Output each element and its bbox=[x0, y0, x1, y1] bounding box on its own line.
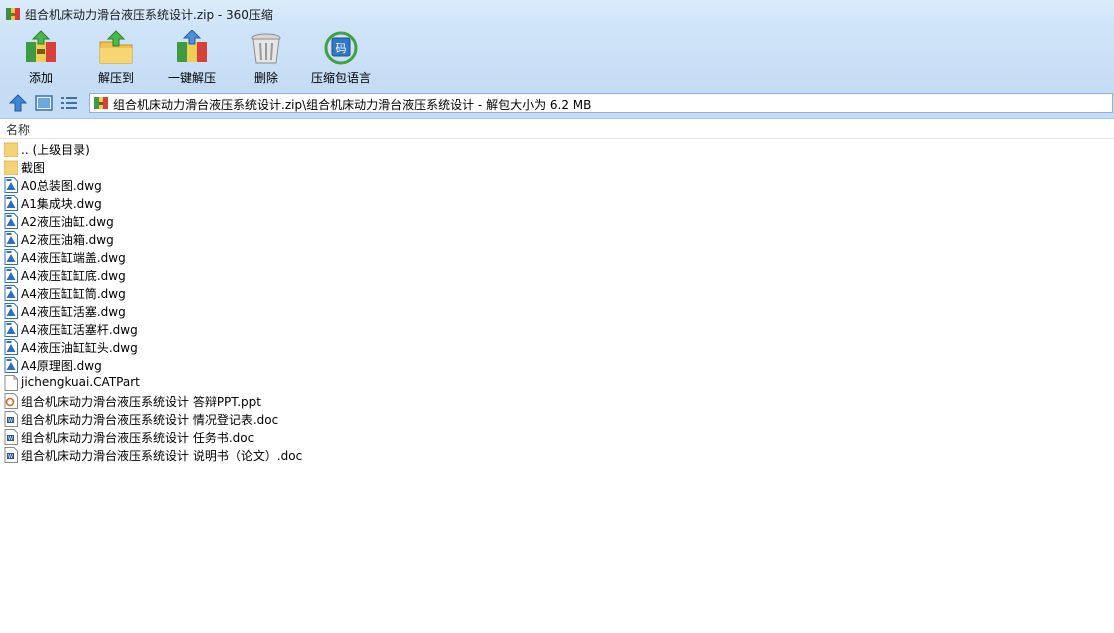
dwg-file-icon bbox=[4, 357, 18, 373]
delete-button[interactable]: 删除 bbox=[243, 28, 289, 88]
file-name: A2液压油缸.dwg bbox=[21, 215, 114, 229]
folder-icon bbox=[3, 159, 19, 176]
title-bar: 组合机床动力滑台液压系统设计.zip - 360压缩 bbox=[0, 0, 1114, 28]
file-row[interactable]: A4液压油缸缸头.dwg bbox=[0, 338, 1114, 356]
folder-row[interactable]: 截图 bbox=[0, 158, 1114, 176]
window-title: 组合机床动力滑台液压系统设计.zip - 360压缩 bbox=[25, 8, 273, 22]
delete-icon bbox=[251, 33, 281, 64]
zip-archive-icon bbox=[94, 97, 108, 109]
add-button-label: 添加 bbox=[28, 71, 53, 85]
file-row[interactable]: 组合机床动力滑台液压系统设计 答辩PPT.ppt bbox=[0, 392, 1114, 410]
file-name: A4原理图.dwg bbox=[21, 359, 102, 373]
up-level-button[interactable] bbox=[8, 93, 28, 113]
file-row[interactable]: A4液压缸活塞杆.dwg bbox=[0, 320, 1114, 338]
doc-file-icon: W bbox=[4, 447, 18, 463]
one-click-extract-icon bbox=[177, 30, 207, 62]
thumbnail-view-icon bbox=[35, 95, 53, 111]
file-row[interactable]: A2液压油缸.dwg bbox=[0, 212, 1114, 230]
folder-row[interactable]: .. (上级目录) bbox=[0, 140, 1114, 158]
file-row[interactable]: W 组合机床动力滑台液压系统设计 说明书（论文）.doc bbox=[0, 446, 1114, 464]
dwg-file-icon bbox=[4, 339, 18, 355]
file-name: A4液压缸缸底.dwg bbox=[21, 269, 126, 283]
list-header: 名称 bbox=[0, 119, 1114, 139]
extract-to-icon bbox=[99, 30, 133, 64]
close-button[interactable] bbox=[1100, 0, 1114, 8]
add-button[interactable]: 添加 bbox=[16, 28, 66, 88]
ppt-file-icon bbox=[4, 393, 18, 409]
dwg-file-icon bbox=[4, 321, 18, 337]
file-name: 组合机床动力滑台液压系统设计 情况登记表.doc bbox=[21, 413, 279, 427]
svg-text:码: 码 bbox=[336, 42, 347, 55]
address-bar[interactable]: 组合机床动力滑台液压系统设计.zip\组合机床动力滑台液压系统设计 - 解包大小… bbox=[89, 93, 1113, 113]
svg-text:W: W bbox=[8, 436, 13, 442]
file-name: jichengkuai.CATPart bbox=[21, 375, 140, 389]
list-view-icon bbox=[61, 97, 77, 109]
file-row[interactable]: A4原理图.dwg bbox=[0, 356, 1114, 374]
extract-to-button[interactable]: 解压到 bbox=[91, 28, 141, 88]
file-name: A4液压缸缸筒.dwg bbox=[21, 287, 126, 301]
minimize-button[interactable] bbox=[1076, 0, 1100, 8]
delete-button-label: 删除 bbox=[253, 71, 278, 85]
svg-text:W: W bbox=[8, 418, 13, 424]
file-name: 组合机床动力滑台液压系统设计 答辩PPT.ppt bbox=[21, 395, 261, 409]
file-row[interactable]: jichengkuai.CATPart bbox=[0, 374, 1114, 392]
extract-to-button-label: 解压到 bbox=[97, 71, 134, 85]
doc-file-icon: W bbox=[4, 411, 18, 427]
dwg-file-icon bbox=[4, 231, 18, 247]
file-row[interactable]: W 组合机床动力滑台液压系统设计 任务书.doc bbox=[0, 428, 1114, 446]
dwg-file-icon bbox=[4, 249, 18, 265]
address-path: 组合机床动力滑台液压系统设计.zip\组合机床动力滑台液压系统设计 - 解包大小… bbox=[113, 98, 592, 112]
archive-language-icon: 码 bbox=[324, 31, 358, 65]
zip-archive-icon bbox=[6, 8, 20, 20]
file-name: 组合机床动力滑台液压系统设计 说明书（论文）.doc bbox=[21, 449, 303, 463]
column-header-name[interactable]: 名称 bbox=[6, 121, 30, 138]
file-icon bbox=[4, 375, 18, 391]
one-click-extract-button-label: 一键解压 bbox=[167, 71, 216, 85]
file-name: A4液压缸活塞杆.dwg bbox=[21, 323, 138, 337]
doc-file-icon: W bbox=[4, 429, 18, 445]
file-name: 截图 bbox=[21, 161, 46, 175]
dwg-file-icon bbox=[4, 177, 18, 193]
dwg-file-icon bbox=[4, 267, 18, 283]
thumbnail-view-button[interactable] bbox=[34, 93, 54, 113]
archive-language-button[interactable]: 码 压缩包语言 bbox=[308, 28, 374, 88]
navigation-bar: 组合机床动力滑台液压系统设计.zip\组合机床动力滑台液压系统设计 - 解包大小… bbox=[0, 90, 1114, 119]
folder-icon bbox=[3, 141, 19, 158]
list-view-button[interactable] bbox=[59, 93, 79, 113]
file-row[interactable]: A4液压缸端盖.dwg bbox=[0, 248, 1114, 266]
file-name: A0总装图.dwg bbox=[21, 179, 102, 193]
toolbar: 添加 解压到 一键解压 删除 码 压缩包语言 bbox=[0, 28, 1114, 90]
add-archive-icon bbox=[26, 30, 56, 62]
svg-text:W: W bbox=[8, 454, 13, 460]
archive-language-button-label: 压缩包语言 bbox=[310, 71, 371, 85]
one-click-extract-button[interactable]: 一键解压 bbox=[164, 28, 220, 88]
dwg-file-icon bbox=[4, 303, 18, 319]
file-name: A4液压油缸缸头.dwg bbox=[21, 341, 138, 355]
dwg-file-icon bbox=[4, 195, 18, 211]
file-name: .. (上级目录) bbox=[21, 143, 90, 157]
file-row[interactable]: A4液压缸缸筒.dwg bbox=[0, 284, 1114, 302]
file-row[interactable]: A0总装图.dwg bbox=[0, 176, 1114, 194]
file-name: A2液压油箱.dwg bbox=[21, 233, 114, 247]
file-row[interactable]: A4液压缸缸底.dwg bbox=[0, 266, 1114, 284]
arrow-up-icon bbox=[8, 94, 28, 112]
file-list: .. (上级目录) 截图 A0总装图.dwg A1集成块.dwg A2液压油缸.dwg A… bbox=[0, 140, 1114, 464]
file-name: 组合机床动力滑台液压系统设计 任务书.doc bbox=[21, 431, 255, 445]
file-row[interactable]: A2液压油箱.dwg bbox=[0, 230, 1114, 248]
file-name: A4液压缸端盖.dwg bbox=[21, 251, 126, 265]
file-name: A1集成块.dwg bbox=[21, 197, 102, 211]
dwg-file-icon bbox=[4, 285, 18, 301]
dwg-file-icon bbox=[4, 213, 18, 229]
file-row[interactable]: W 组合机床动力滑台液压系统设计 情况登记表.doc bbox=[0, 410, 1114, 428]
file-row[interactable]: A1集成块.dwg bbox=[0, 194, 1114, 212]
file-name: A4液压缸活塞.dwg bbox=[21, 305, 126, 319]
file-row[interactable]: A4液压缸活塞.dwg bbox=[0, 302, 1114, 320]
